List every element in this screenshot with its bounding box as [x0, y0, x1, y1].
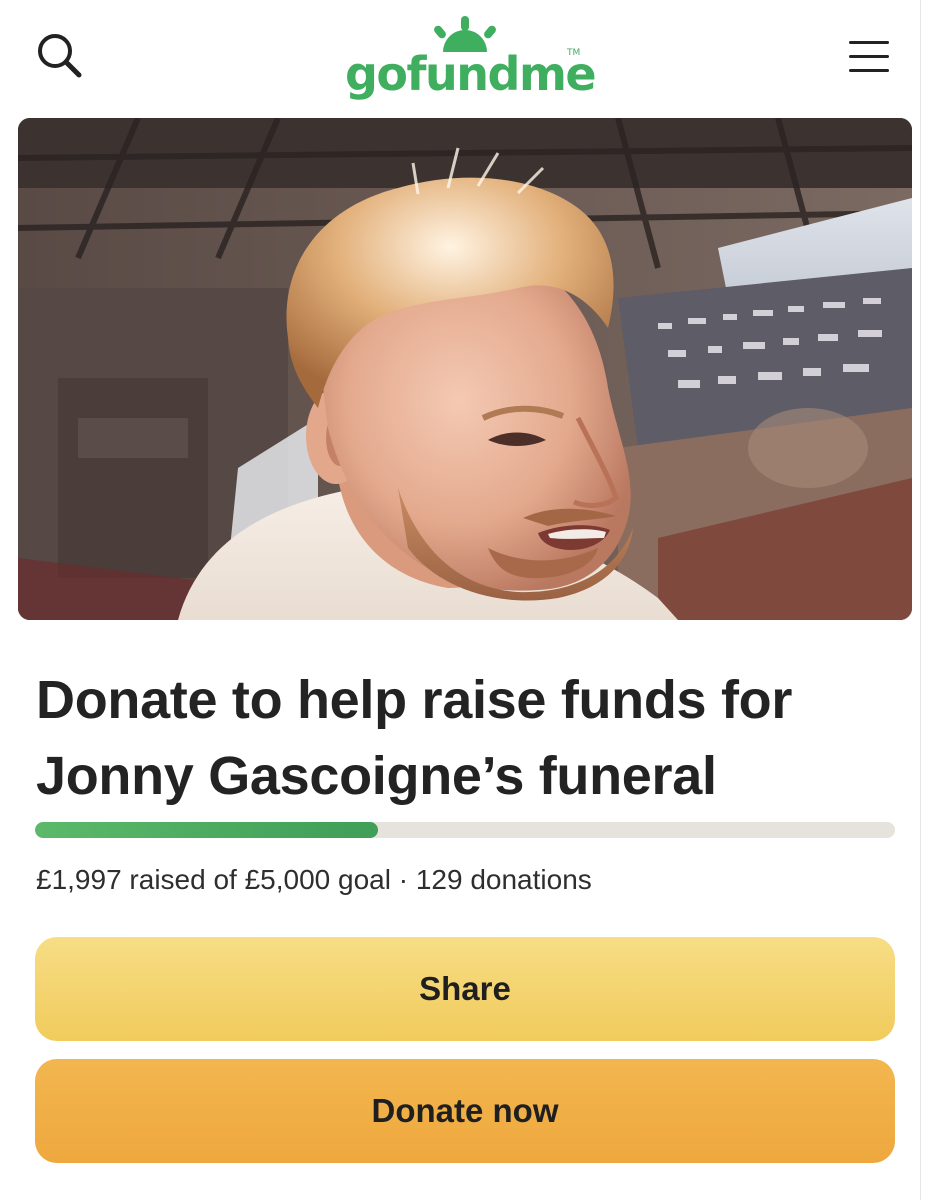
progress-bar-fill: [35, 822, 379, 838]
menu-button[interactable]: [846, 36, 892, 76]
campaign-title: Donate to help raise funds for Jonny Gas…: [36, 670, 793, 806]
donation-stats: £1,997 raised of £5,000 goal · 129 donat…: [36, 864, 592, 895]
page-edge-divider: [920, 0, 921, 1200]
top-bar: gofundme TM: [0, 0, 929, 112]
trademark-mark: TM: [567, 48, 581, 58]
logo-wordmark: gofundme: [345, 47, 597, 101]
donate-now-button[interactable]: Donate now: [35, 1059, 895, 1163]
gofundme-logo[interactable]: gofundme TM: [345, 12, 597, 102]
campaign-hero-photo: [18, 118, 912, 620]
search-icon: [38, 34, 82, 78]
hero-photo-illustration: [18, 118, 912, 620]
fundraising-progress-bar: [35, 822, 895, 838]
share-button[interactable]: Share: [35, 937, 895, 1041]
search-button[interactable]: [34, 30, 86, 82]
hamburger-menu-icon: [849, 41, 889, 72]
